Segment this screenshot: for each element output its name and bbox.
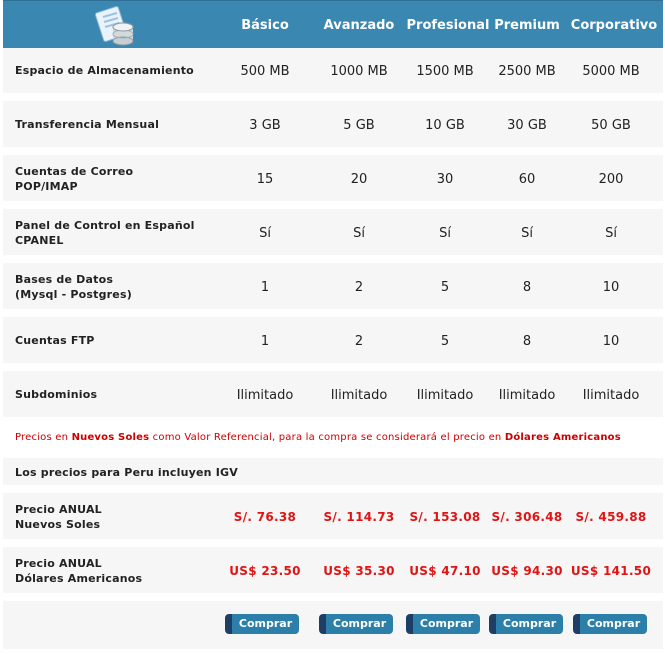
buy-button-corporativo[interactable]: Comprar [573,614,647,634]
cell-value: 10 [602,334,620,349]
row-label: Transferencia Mensual [15,118,160,131]
note-text: Precios en [15,432,72,443]
price-value: US$ 94.30 [491,564,563,578]
cell-value: Ilimitado [582,388,640,403]
table-row: Bases de Datos (Mysql - Postgres) 1 2 5 … [3,263,663,309]
plan-name-premium: Premium [494,18,560,33]
row-label-line2: Dólares Americanos [15,572,143,585]
row-label: Precio ANUAL Nuevos Soles [15,502,102,532]
price-value: S/. 153.08 [409,510,481,524]
currency-note: Precios en Nuevos Soles como Valor Refer… [15,432,621,443]
row-label-line1: Bases de Datos [15,273,114,286]
cell-value: Sí [353,226,365,241]
cell-value: 5000 MB [582,64,640,79]
cell-value: 200 [598,172,624,187]
price-row: Precio ANUAL Nuevos Soles S/. 76.38 S/. … [3,493,663,539]
row-label-line2: Nuevos Soles [15,518,101,531]
price-value: US$ 47.10 [409,564,481,578]
note-text: como Valor Referencial, para la compra s… [149,432,505,443]
cell-value: 1 [260,334,270,349]
price-row: Precio ANUAL Dólares Americanos US$ 23.5… [3,547,663,593]
price-value: S/. 306.48 [491,510,563,524]
price-value: US$ 141.50 [570,564,652,578]
igv-row: Los precios para Peru incluyen IGV [3,458,663,485]
cell-value: Ilimitado [236,388,294,403]
price-value: S/. 459.88 [575,510,647,524]
price-value: US$ 35.30 [323,564,395,578]
cell-value: 1 [260,280,270,295]
price-value: S/. 76.38 [233,510,297,524]
row-label: Cuentas de Correo POP/IMAP [15,164,133,194]
table-row: Transferencia Mensual 3 GB 5 GB 10 GB 30… [3,101,663,147]
buy-button-profesional[interactable]: Comprar [406,614,480,634]
pricing-table: Básico Avanzado Profesional Premium Corp… [3,0,663,649]
igv-text: Los precios para Peru incluyen IGV [15,466,238,479]
cell-value: 1000 MB [330,64,388,79]
row-label: Cuentas FTP [15,334,95,347]
cell-value: Ilimitado [330,388,388,403]
cell-value: 500 MB [240,64,290,79]
row-label: Espacio de Almacenamiento [15,64,194,77]
table-row: Cuentas de Correo POP/IMAP 15 20 30 60 2… [3,155,663,201]
table-row: Cuentas FTP 1 2 5 8 10 [3,317,663,363]
row-label-line2: (Mysql - Postgres) [15,288,132,301]
row-label: Precio ANUAL Dólares Americanos [15,556,142,586]
buy-button-premium[interactable]: Comprar [489,614,563,634]
cell-value: Sí [259,226,271,241]
table-row: Panel de Control en Español CPANEL Sí Sí… [3,209,663,255]
note-highlight: Nuevos Soles [71,432,150,443]
row-label-line2: POP/IMAP [15,180,78,193]
cell-value: 8 [522,334,532,349]
plan-name-basico: Básico [241,18,289,33]
database-document-icon [94,6,134,46]
cell-value: 60 [518,172,536,187]
cell-value: 30 GB [507,118,547,133]
cell-value: 50 GB [591,118,631,133]
row-label-line1: Precio ANUAL [15,503,102,516]
table-header: Básico Avanzado Profesional Premium Corp… [3,0,663,49]
row-label: Bases de Datos (Mysql - Postgres) [15,272,132,302]
cell-value: 2 [354,334,364,349]
plan-name-corporativo: Corporativo [570,18,658,33]
cell-value: 5 [440,334,450,349]
table-row: Espacio de Almacenamiento 500 MB 1000 MB… [3,48,663,93]
cell-value: 15 [256,172,274,187]
cell-value: Ilimitado [498,388,556,403]
cell-value: Ilimitado [416,388,474,403]
cell-value: Sí [521,226,533,241]
cell-value: 5 GB [343,118,375,133]
buy-button-basico[interactable]: Comprar [225,614,299,634]
cell-value: 30 [436,172,454,187]
cell-value: 1500 MB [416,64,474,79]
row-label-line1: Cuentas de Correo [15,165,134,178]
price-value: S/. 114.73 [323,510,395,524]
note-highlight: Dólares Americanos [504,432,621,443]
buy-button-avanzado[interactable]: Comprar [319,614,393,634]
cell-value: Sí [605,226,617,241]
table-row: Subdominios Ilimitado Ilimitado Ilimitad… [3,371,663,417]
row-label-line2: CPANEL [15,234,64,247]
row-label-line1: Precio ANUAL [15,557,102,570]
cell-value: 10 [602,280,620,295]
cell-value: 2500 MB [498,64,556,79]
cell-value: 10 GB [425,118,465,133]
cell-value: Sí [439,226,451,241]
cell-value: 20 [350,172,368,187]
row-label: Panel de Control en Español CPANEL [15,218,195,248]
cell-value: 5 [440,280,450,295]
plan-name-profesional: Profesional [406,18,490,33]
row-label-line1: Panel de Control en Español [15,219,195,232]
price-value: US$ 23.50 [229,564,301,578]
cell-value: 2 [354,280,364,295]
plan-name-avanzado: Avanzado [323,18,395,33]
row-label: Subdominios [15,388,98,401]
cell-value: 8 [522,280,532,295]
cell-value: 3 GB [249,118,281,133]
